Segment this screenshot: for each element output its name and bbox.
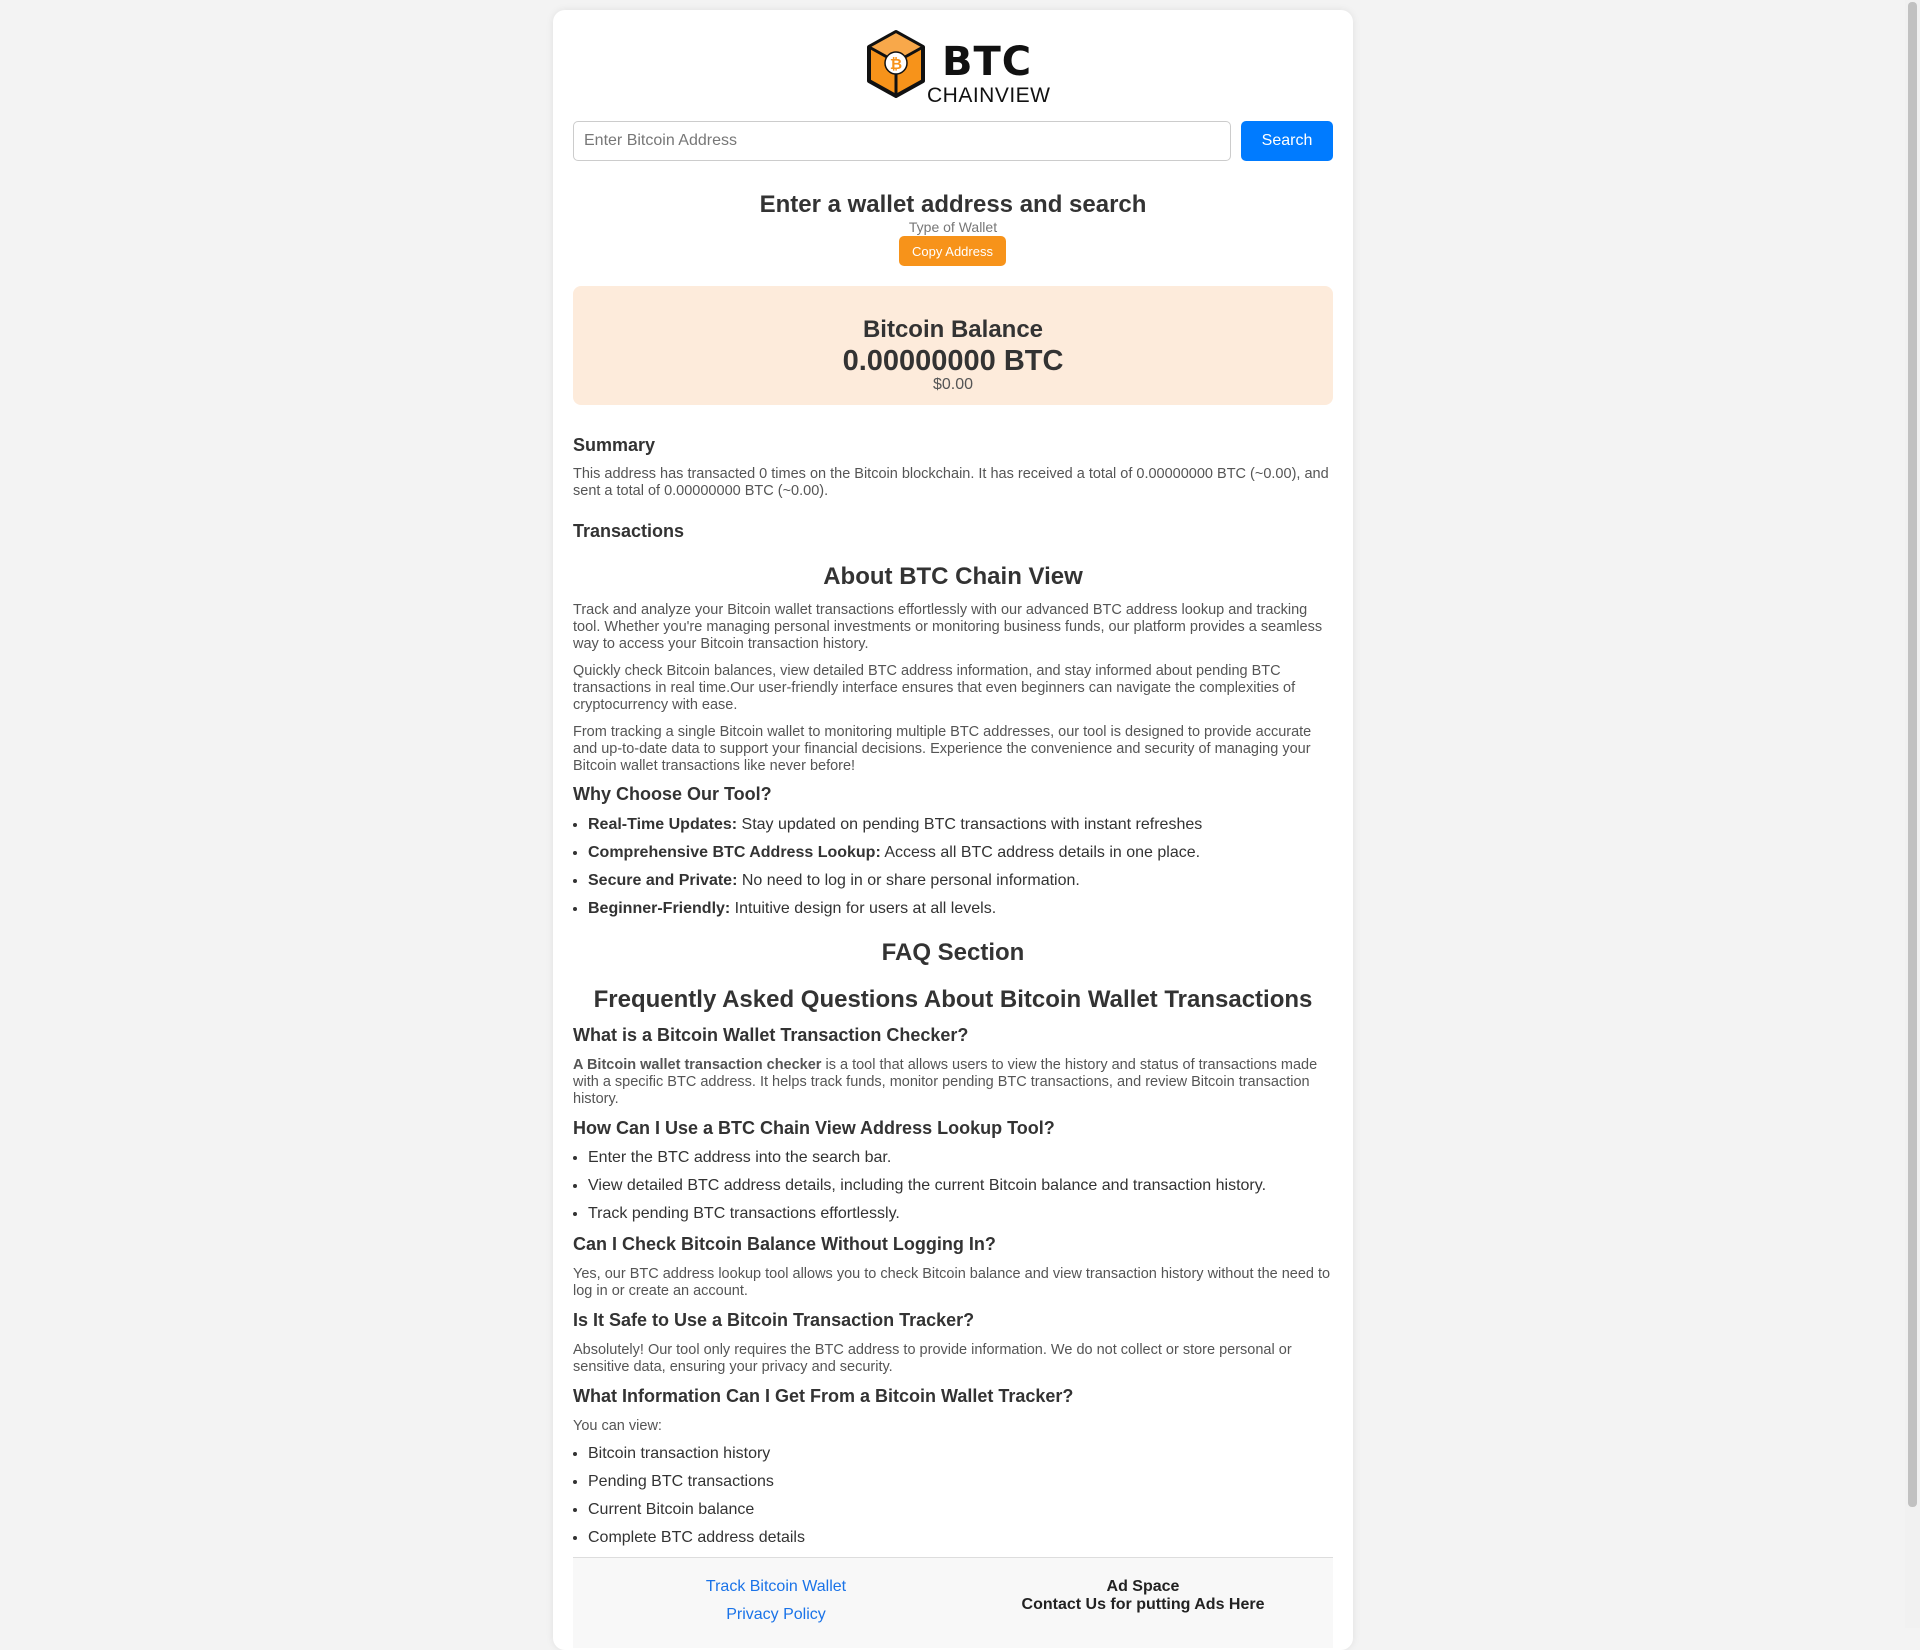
balance-btc: 0.00000000 BTC [842, 345, 1064, 377]
faq-question-5: What Information Can I Get From a Bitcoi… [573, 1386, 1074, 1406]
list-item: Current Bitcoin balance [588, 1500, 1348, 1528]
svg-text:₿: ₿ [890, 55, 902, 73]
bitcoin-address-input[interactable] [573, 121, 1231, 161]
list-item: Enter the BTC address into the search ba… [588, 1148, 1348, 1176]
about-heading: About BTC Chain View [823, 563, 1083, 590]
main-container: ₿ BTC CHAINVIEW Search Enter a wallet ad… [553, 10, 1353, 1650]
about-paragraph-2: Quickly check Bitcoin balances, view det… [573, 663, 1296, 713]
list-item: Complete BTC address details [588, 1528, 1348, 1556]
faq-answer-5-list: Bitcoin transaction history Pending BTC … [573, 1444, 1348, 1556]
faq-answer-1: A Bitcoin wallet transaction checker is … [573, 1057, 1318, 1107]
summary-heading: Summary [573, 435, 656, 455]
balance-usd: $0.00 [932, 376, 974, 393]
faq-question-1: What is a Bitcoin Wallet Transaction Che… [573, 1025, 969, 1045]
faq-answer-4: Absolutely! Our tool only requires the B… [573, 1342, 1292, 1375]
search-bar: Search [573, 121, 1333, 161]
footer-link-privacy-policy[interactable]: Privacy Policy [676, 1606, 876, 1624]
list-item: Beginner-Friendly: Intuitive design for … [588, 899, 1348, 927]
brand-name: BTC [942, 39, 1033, 85]
wallet-heading: Enter a wallet address and search [759, 191, 1147, 218]
wallet-type: Type of Wallet [908, 219, 998, 235]
list-item: Secure and Private: No need to log in or… [588, 871, 1348, 899]
ad-space-text: Contact Us for putting Ads Here [1021, 1596, 1265, 1613]
balance-card: Bitcoin Balance 0.00000000 BTC $0.00 [573, 286, 1333, 405]
faq-section-heading: FAQ Section [881, 939, 1025, 966]
transactions-heading: Transactions [573, 521, 685, 541]
list-item: Bitcoin transaction history [588, 1444, 1348, 1472]
faq-question-4: Is It Safe to Use a Bitcoin Transaction … [573, 1310, 975, 1330]
vertical-scrollbar[interactable] [1905, 0, 1920, 1628]
summary-text: This address has transacted 0 times on t… [573, 466, 1329, 499]
footer: Track Bitcoin Wallet Privacy Policy Ad S… [573, 1557, 1333, 1648]
faq-answer-2-list: Enter the BTC address into the search ba… [573, 1148, 1348, 1232]
brand-logo[interactable]: ₿ BTC CHAINVIEW [866, 29, 1066, 109]
list-item: Track pending BTC transactions effortles… [588, 1204, 1348, 1232]
faq-answer-3: Yes, our BTC address lookup tool allows … [573, 1266, 1331, 1299]
about-paragraph-3: From tracking a single Bitcoin wallet to… [573, 724, 1312, 774]
scrollbar-thumb[interactable] [1908, 2, 1917, 1507]
list-item: Comprehensive BTC Address Lookup: Access… [588, 843, 1348, 871]
list-item: Pending BTC transactions [588, 1472, 1348, 1500]
list-item: View detailed BTC address details, inclu… [588, 1176, 1348, 1204]
bitcoin-hexagon-logo-icon: ₿ [866, 30, 926, 98]
faq-answer-5-intro: You can view: [573, 1418, 662, 1434]
list-item: Real-Time Updates: Stay updated on pendi… [588, 815, 1348, 843]
faq-question-3: Can I Check Bitcoin Balance Without Logg… [573, 1234, 996, 1254]
copy-address-button[interactable]: Copy Address [899, 236, 1006, 266]
about-paragraph-1: Track and analyze your Bitcoin wallet tr… [573, 602, 1323, 652]
footer-link-track-bitcoin-wallet[interactable]: Track Bitcoin Wallet [676, 1578, 876, 1596]
faq-question-2: How Can I Use a BTC Chain View Address L… [573, 1118, 1055, 1138]
brand-subtitle: CHAINVIEW [927, 84, 1051, 107]
faq-title: Frequently Asked Questions About Bitcoin… [593, 986, 1313, 1013]
search-button[interactable]: Search [1241, 121, 1333, 161]
ad-space-title: Ad Space [1106, 1578, 1180, 1595]
why-choose-list: Real-Time Updates: Stay updated on pendi… [573, 815, 1348, 927]
balance-title: Bitcoin Balance [862, 316, 1044, 343]
why-choose-heading: Why Choose Our Tool? [573, 784, 772, 804]
